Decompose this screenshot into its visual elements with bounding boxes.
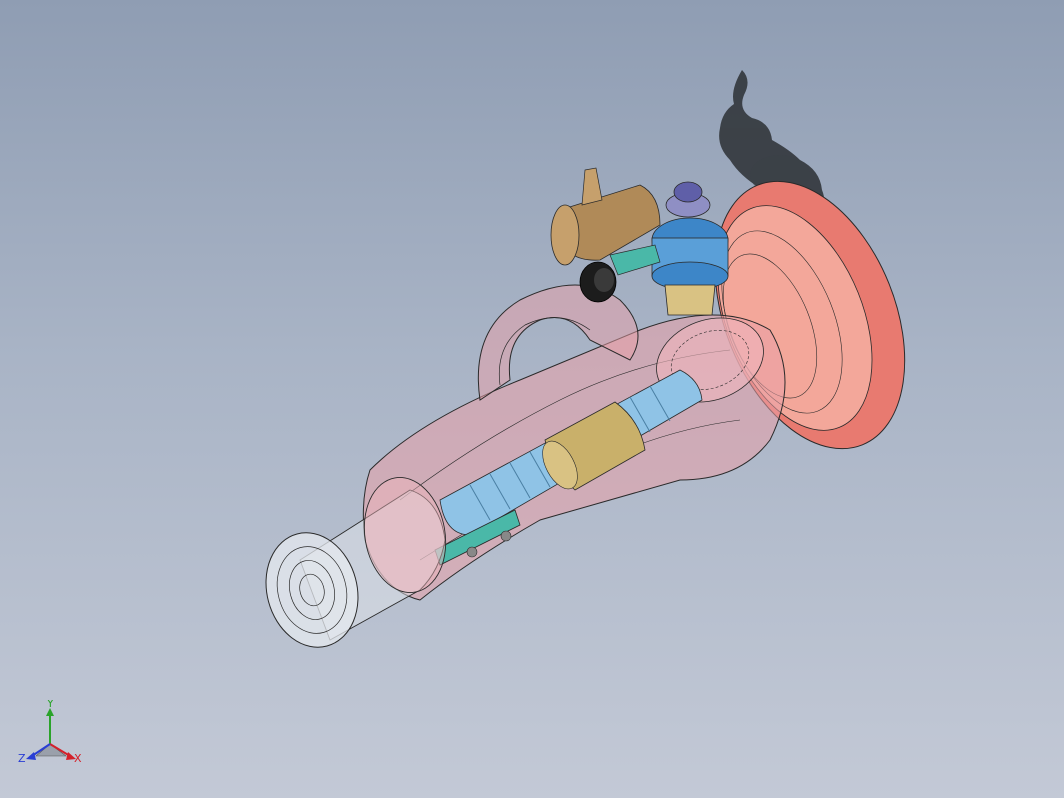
y-axis-label: Y	[46, 700, 54, 710]
axis-triad[interactable]: Y X Z	[18, 700, 88, 770]
z-axis-label: Z	[18, 752, 26, 765]
cad-graphics-viewport[interactable]: Y X Z	[0, 0, 1064, 798]
valve-cap-assembly[interactable]	[651, 181, 729, 316]
x-axis-label: X	[74, 752, 82, 765]
cad-model-assembly[interactable]	[0, 0, 1064, 798]
